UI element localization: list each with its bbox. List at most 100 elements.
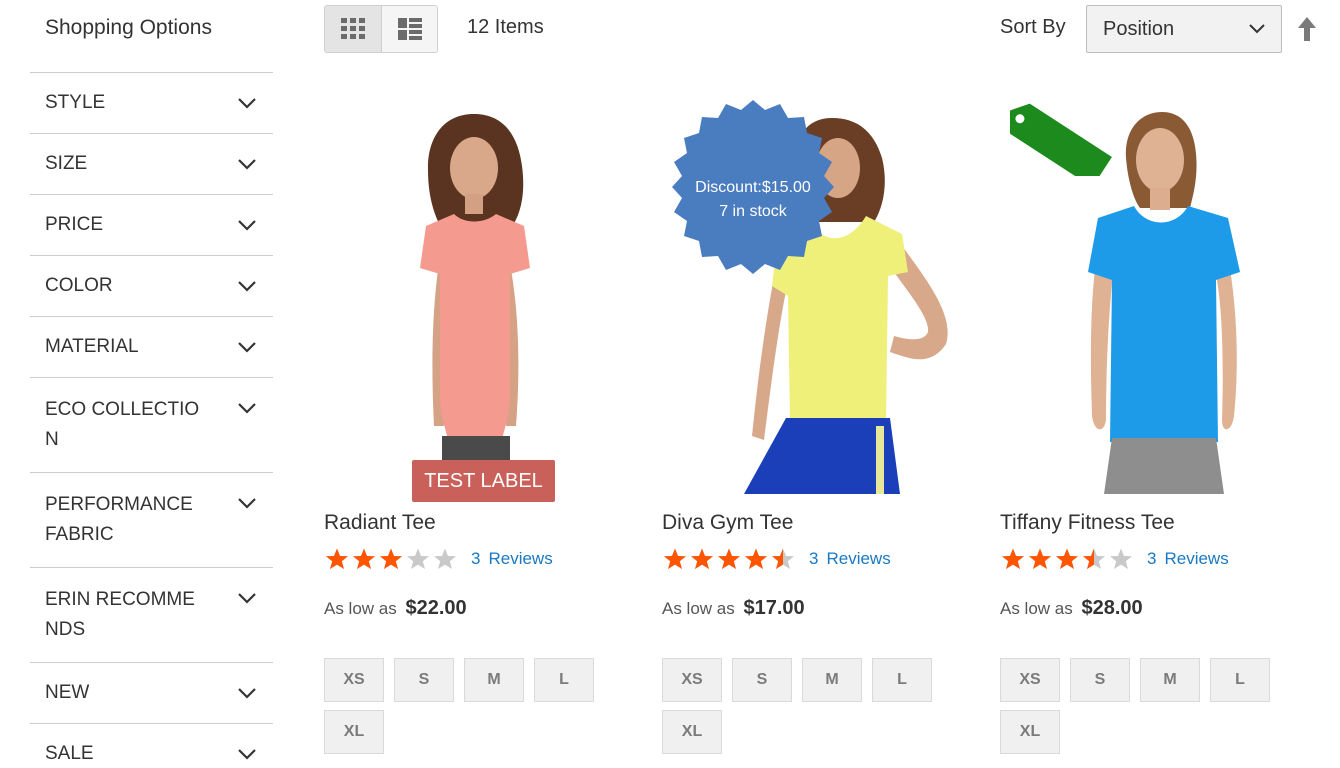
product-image[interactable]: 9% off [1000,96,1300,494]
sort-select[interactable]: Position [1086,5,1282,53]
product-card: Discount:$15.00 7 in stock Diva Gym Tee … [662,96,962,754]
star-icon [1029,548,1051,569]
product-name[interactable]: Diva Gym Tee [662,511,962,535]
filter-label: MATERIAL [45,336,139,357]
star-icon [1002,548,1024,569]
item-count: 12 Items [467,16,544,38]
chevron-down-icon [236,90,258,116]
product-price: As low as $22.00 [324,597,624,620]
product-image[interactable]: Discount:$15.00 7 in stock [662,96,962,494]
filter-size[interactable]: SIZE [30,134,273,195]
chevron-down-icon [236,212,258,238]
grid-icon [341,18,365,39]
size-swatch[interactable]: M [464,658,524,702]
chevron-down-icon [236,334,258,360]
filter-list: STYLE SIZE PRICE COLOR MATERIAL ECO COLL… [30,72,273,768]
stock-count: 7 in stock [719,203,787,220]
star-icon [407,548,429,569]
size-swatches: XS S M L XL [662,658,962,754]
reviews-label: Reviews [826,549,891,568]
list-icon [397,18,422,40]
chevron-down-icon [236,395,258,421]
product-name[interactable]: Radiant Tee [324,511,624,535]
star-rating [324,547,459,571]
filter-performance-fabric[interactable]: PERFORMANCE FABRIC [30,473,273,568]
size-swatch[interactable]: S [732,658,792,702]
filter-new[interactable]: NEW [30,663,273,724]
reviews-link[interactable]: 3 Reviews [471,549,553,569]
product-rating: 3 Reviews [662,547,962,571]
filter-eco-collection[interactable]: ECO COLLECTIO N [30,378,273,473]
size-swatch[interactable]: S [1070,658,1130,702]
size-swatch[interactable]: XL [1000,710,1060,754]
star-icon [664,548,686,569]
filter-sidebar: Shopping Options STYLE SIZE PRICE COLOR … [30,0,273,768]
size-swatch[interactable]: XL [662,710,722,754]
shirt [1088,206,1240,442]
size-swatch[interactable]: XL [324,710,384,754]
product-price: As low as $17.00 [662,597,962,620]
size-swatch[interactable]: M [802,658,862,702]
filter-erin-recommends[interactable]: ERIN RECOMME NDS [30,568,273,663]
filter-label: PERFORMANCE FABRIC [45,494,193,545]
filter-label: PRICE [45,214,104,235]
sidebar-title: Shopping Options [45,16,212,39]
reviews-label: Reviews [488,549,553,568]
size-swatch[interactable]: XS [324,658,384,702]
star-icon [326,548,348,569]
product-rating: 3 Reviews [1000,547,1300,571]
product-name[interactable]: Tiffany Fitness Tee [1000,511,1300,535]
filter-label: ECO COLLECTIO N [45,399,200,450]
sort-select-value: Position [1103,17,1175,40]
star-rating [662,547,797,571]
size-swatch[interactable]: M [1140,658,1200,702]
filter-label: STYLE [45,92,106,113]
price-prefix: As low as [324,599,397,618]
filter-color[interactable]: COLOR [30,256,273,317]
sort-by-label: Sort By [1000,16,1066,38]
size-swatch[interactable]: L [1210,658,1270,702]
filter-material[interactable]: MATERIAL [30,317,273,378]
chevron-down-icon [236,490,258,516]
chevron-down-icon [1249,24,1265,34]
filter-label: NEW [45,682,90,703]
reviews-label: Reviews [1164,549,1229,568]
filter-label: SALE [45,743,94,764]
product-label-badge: TEST LABEL [412,460,555,502]
price-value: $17.00 [743,597,805,619]
discount-amount: Discount:$15.00 [695,179,811,196]
chevron-down-icon [236,585,258,611]
product-image[interactable]: TEST LABEL [324,96,624,502]
chevron-down-icon [236,151,258,177]
size-swatches: XS S M L XL [324,658,624,754]
size-swatch[interactable]: L [872,658,932,702]
star-icon [1056,548,1078,569]
grid-view-button[interactable] [325,6,381,52]
chevron-down-icon [236,273,258,299]
product-rating: 3 Reviews [324,547,624,571]
reviews-link[interactable]: 3 Reviews [1147,549,1229,569]
size-swatch[interactable]: L [534,658,594,702]
price-prefix: As low as [662,599,735,618]
star-icon [434,548,456,569]
list-view-button[interactable] [381,6,437,52]
product-card: TEST LABEL Radiant Tee 3 Reviews As low a… [324,96,624,754]
size-swatch[interactable]: S [394,658,454,702]
filter-label: ERIN RECOMME NDS [45,589,195,640]
star-icon [380,548,402,569]
filter-label: SIZE [45,153,88,174]
reviews-link[interactable]: 3 Reviews [809,549,891,569]
chevron-down-icon [236,680,258,706]
size-swatch[interactable]: XS [1000,658,1060,702]
toolbar: 12 Items Sort By Position [324,5,1320,53]
view-mode-switcher [324,5,438,53]
star-icon [718,548,740,569]
star-icon [1083,548,1105,569]
sort-direction-icon[interactable] [1296,15,1318,43]
price-prefix: As low as [1000,599,1073,618]
size-swatch[interactable]: XS [662,658,722,702]
filter-style[interactable]: STYLE [30,73,273,134]
filter-sale[interactable]: SALE [30,724,273,768]
star-icon [1110,548,1132,569]
filter-price[interactable]: PRICE [30,195,273,256]
